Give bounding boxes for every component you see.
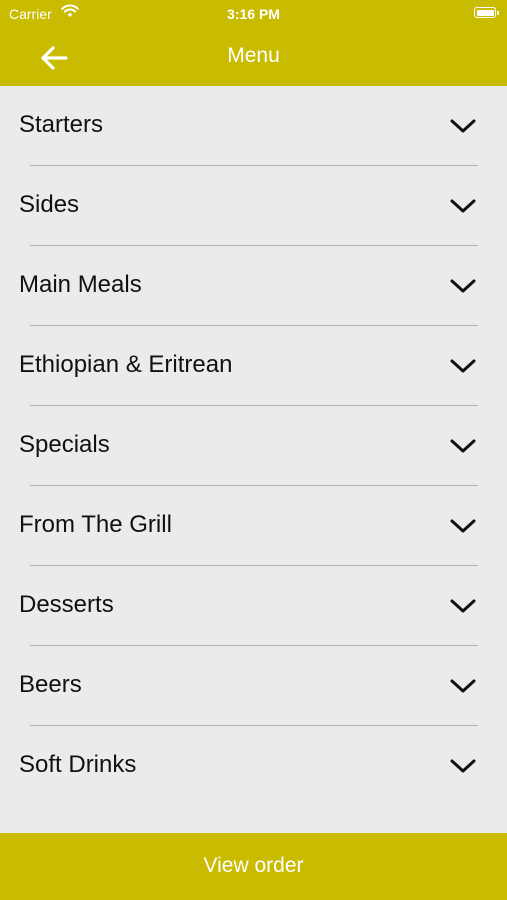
category-label: Main Meals [19, 271, 142, 298]
category-label: Desserts [19, 591, 114, 618]
menu-category-beers[interactable]: Beers [0, 646, 507, 726]
page-title: Menu [227, 44, 280, 67]
chevron-down-icon [450, 599, 476, 613]
category-label: From The Grill [19, 511, 172, 538]
chevron-down-icon [450, 519, 476, 533]
status-time: 3:16 PM [227, 6, 280, 22]
status-bar: Carrier 3:16 PM [0, 0, 507, 28]
chevron-down-icon [450, 679, 476, 693]
menu-category-list: Starters Sides Main Meals Ethiopian & Er… [0, 86, 507, 806]
category-label: Ethiopian & Eritrean [19, 351, 233, 378]
menu-category-specials[interactable]: Specials [0, 406, 507, 486]
menu-category-ethiopian-eritrean[interactable]: Ethiopian & Eritrean [0, 326, 507, 406]
chevron-down-icon [450, 119, 476, 133]
chevron-down-icon [450, 359, 476, 373]
battery-icon [474, 7, 499, 18]
chevron-down-icon [450, 439, 476, 453]
chevron-down-icon [450, 279, 476, 293]
menu-category-from-the-grill[interactable]: From The Grill [0, 486, 507, 566]
chevron-down-icon [450, 199, 476, 213]
category-label: Beers [19, 671, 82, 698]
menu-category-soft-drinks[interactable]: Soft Drinks [0, 726, 507, 806]
chevron-down-icon [450, 759, 476, 773]
category-label: Sides [19, 191, 80, 218]
view-order-button[interactable]: View order [0, 833, 507, 900]
menu-category-starters[interactable]: Starters [0, 86, 507, 166]
top-bar: Carrier 3:16 PM Menu [0, 0, 507, 86]
navigation-bar: Menu [0, 28, 507, 86]
category-label: Starters [19, 111, 104, 138]
category-label: Soft Drinks [19, 751, 137, 778]
menu-category-sides[interactable]: Sides [0, 166, 507, 246]
menu-category-desserts[interactable]: Desserts [0, 566, 507, 646]
menu-category-main-meals[interactable]: Main Meals [0, 246, 507, 326]
category-label: Specials [19, 431, 110, 458]
